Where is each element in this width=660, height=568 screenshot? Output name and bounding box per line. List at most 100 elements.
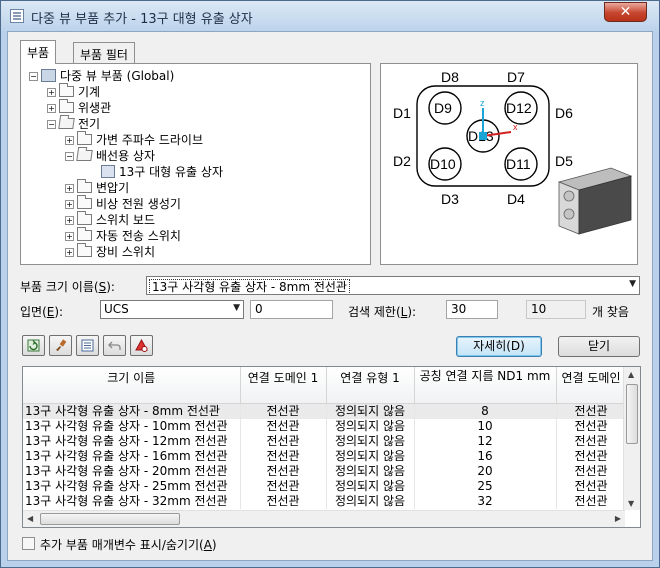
refresh-button[interactable] <box>22 335 45 356</box>
parts-tab-panel: − 다중 뷰 부품 (Global) + 기계 + 위생관 − 전기 + 가변 주파수 드… <box>20 63 371 265</box>
tree-item-transformer[interactable]: + 변압기 <box>65 179 129 196</box>
port-label: D3 <box>441 191 459 207</box>
catalog-icon <box>41 69 56 82</box>
vertical-scrollbar[interactable]: ▲ ▼ <box>623 367 640 510</box>
folder-icon <box>77 131 92 145</box>
tree-item-electrical[interactable]: − 전기 <box>47 116 100 132</box>
column-header-domain-1[interactable]: 연결 도메인 1 <box>240 367 327 404</box>
refresh-icon <box>27 339 40 352</box>
tree-item-transfer-switch[interactable]: + 자동 전송 스위치 <box>65 227 181 244</box>
port-label: D12 <box>506 100 532 116</box>
collapse-icon[interactable]: − <box>47 120 56 129</box>
expand-icon[interactable]: + <box>65 216 74 225</box>
parts-tree[interactable]: − 다중 뷰 부품 (Global) + 기계 + 위생관 − 전기 + 가변 주파수 드… <box>23 66 368 262</box>
chevron-down-icon: ▼ <box>629 279 636 289</box>
svg-text:z: z <box>480 98 485 108</box>
part-warning-icon <box>135 339 148 352</box>
table-row[interactable]: 13구 사각형 유출 상자 - 25mm 전선관 전선관 정의되지 않음 25 전선관 <box>23 478 627 494</box>
found-suffix: 개 찾음 <box>592 305 629 319</box>
search-limit-label: 검색 제한(L): <box>348 305 417 319</box>
search-limit-input[interactable]: 30 <box>446 300 498 319</box>
table-row[interactable]: 13구 사각형 유출 상자 - 20mm 전선관 전선관 정의되지 않음 20 전선관 <box>23 463 627 479</box>
elevation-input[interactable]: 0 <box>250 300 333 319</box>
open-folder-icon <box>58 118 75 129</box>
undo-button[interactable] <box>103 335 126 356</box>
found-count: 10 <box>526 300 586 319</box>
dialog-window: 다중 뷰 부품 추가 - 13구 대형 유출 상자 ✕ 부품 부품 필터 − 다중… <box>0 0 660 568</box>
tree-item-generator[interactable]: + 비상 전원 생성기 <box>65 195 181 212</box>
close-window-button[interactable]: ✕ <box>604 2 647 22</box>
tab-parts[interactable]: 부품 <box>20 40 57 64</box>
svg-text:x: x <box>513 122 518 132</box>
paintbrush-icon <box>56 339 67 351</box>
expand-icon[interactable]: + <box>65 200 74 209</box>
table-row[interactable]: 13구 사각형 유출 상자 - 32mm 전선관 전선관 정의되지 않음 32 전선관 <box>23 493 627 509</box>
horizontal-scrollbar[interactable]: ◀ ▶ <box>23 510 625 527</box>
folder-icon <box>77 211 92 225</box>
port-label: D8 <box>441 69 459 85</box>
tree-item-junction-box[interactable]: − 배선용 상자 <box>65 148 155 164</box>
expand-icon[interactable]: + <box>65 248 74 257</box>
open-folder-icon <box>76 150 93 161</box>
table-row[interactable]: 13구 사각형 유출 상자 - 16mm 전선관 전선관 정의되지 않음 16 전선관 <box>23 448 627 464</box>
expand-icon[interactable]: + <box>65 136 74 145</box>
show-params-checkbox[interactable] <box>22 537 35 550</box>
scroll-down-icon[interactable]: ▼ <box>628 499 634 508</box>
tab-part-filter[interactable]: 부품 필터 <box>73 42 135 64</box>
collapse-icon[interactable]: − <box>65 152 74 161</box>
match-properties-button[interactable] <box>49 335 72 356</box>
port-label: D9 <box>434 100 452 116</box>
folder-icon <box>59 99 74 113</box>
folder-icon <box>77 243 92 257</box>
scroll-thumb[interactable] <box>40 513 180 525</box>
preview-diagram: D8 D7 D1 D6 D2 D5 D3 D4 D9 D12 D13 D10 D… <box>393 69 633 235</box>
tree-item-equipment-switch[interactable]: + 장비 스위치 <box>65 243 155 260</box>
close-button[interactable]: 닫기 <box>558 336 640 357</box>
part-preview: D8 D7 D1 D6 D2 D5 D3 D4 D9 D12 D13 D10 D… <box>380 63 638 265</box>
tree-item-13-way-box[interactable]: 13구 대형 유출 상자 <box>101 164 223 180</box>
app-icon <box>10 9 24 23</box>
tree-item-vfd[interactable]: + 가변 주파수 드라이브 <box>65 131 203 148</box>
scroll-thumb[interactable] <box>626 384 638 444</box>
add-part-button[interactable] <box>130 335 153 356</box>
expand-icon[interactable]: + <box>65 232 74 241</box>
3d-part-thumbnail <box>557 167 633 235</box>
column-header-nd1[interactable]: 공칭 연결 지름 ND1 mm <box>414 367 557 404</box>
port-label: D5 <box>555 153 573 169</box>
part-icon <box>101 165 115 178</box>
elevation-label: 입면(E): <box>20 305 64 319</box>
undo-arrow-icon <box>108 341 121 350</box>
details-button[interactable]: 자세히(D) <box>456 336 542 357</box>
part-size-table[interactable]: 크기 이름 연결 도메인 1 연결 유형 1 공칭 연결 지름 ND1 mm 연… <box>22 366 641 528</box>
expand-icon[interactable]: + <box>47 88 56 97</box>
table-row[interactable]: 13구 사각형 유출 상자 - 8mm 전선관 전선관 정의되지 않음 8 전선관 <box>23 403 627 419</box>
table-row[interactable]: 13구 사각형 유출 상자 - 12mm 전선관 전선관 정의되지 않음 12 전선관 <box>23 433 627 449</box>
column-header-type-1[interactable]: 연결 유형 1 <box>326 367 415 404</box>
table-row[interactable]: 13구 사각형 유출 상자 - 10mm 전선관 전선관 정의되지 않음 10 전선관 <box>23 418 627 434</box>
tree-item-mechanical[interactable]: + 기계 <box>47 83 100 100</box>
column-header-domain-2[interactable]: 연결 도메인 <box>556 367 627 404</box>
folder-icon <box>77 195 92 209</box>
size-name-dropdown[interactable]: 13구 사각형 유출 상자 - 8mm 전선관 ▼ <box>146 276 640 295</box>
expand-icon[interactable]: + <box>65 184 74 193</box>
port-label: D11 <box>506 156 531 172</box>
properties-button[interactable] <box>76 335 99 356</box>
scroll-left-icon[interactable]: ◀ <box>27 514 33 523</box>
tree-item-plumbing[interactable]: + 위생관 <box>47 99 111 116</box>
elevation-ucs-dropdown[interactable]: UCS ▼ <box>100 300 244 319</box>
title-bar[interactable]: 다중 뷰 부품 추가 - 13구 대형 유출 상자 ✕ <box>1 1 659 31</box>
port-label: D7 <box>507 69 525 85</box>
folder-icon <box>77 179 92 193</box>
expand-icon[interactable]: + <box>47 104 56 113</box>
tree-item-switchboard[interactable]: + 스위치 보드 <box>65 211 155 228</box>
size-name-label: 부품 크기 이름(S): <box>20 280 115 294</box>
show-params-label: 추가 부품 매개변수 표시/숨기기(A) <box>40 538 217 552</box>
port-label: D4 <box>507 191 525 207</box>
port-label: D10 <box>430 156 456 172</box>
scroll-right-icon[interactable]: ▶ <box>615 514 621 523</box>
column-header-size-name[interactable]: 크기 이름 <box>23 367 241 404</box>
collapse-icon[interactable]: − <box>29 72 38 81</box>
tree-item-global[interactable]: − 다중 뷰 부품 (Global) <box>29 68 174 84</box>
folder-icon <box>59 83 74 97</box>
scroll-up-icon[interactable]: ▲ <box>628 370 634 379</box>
